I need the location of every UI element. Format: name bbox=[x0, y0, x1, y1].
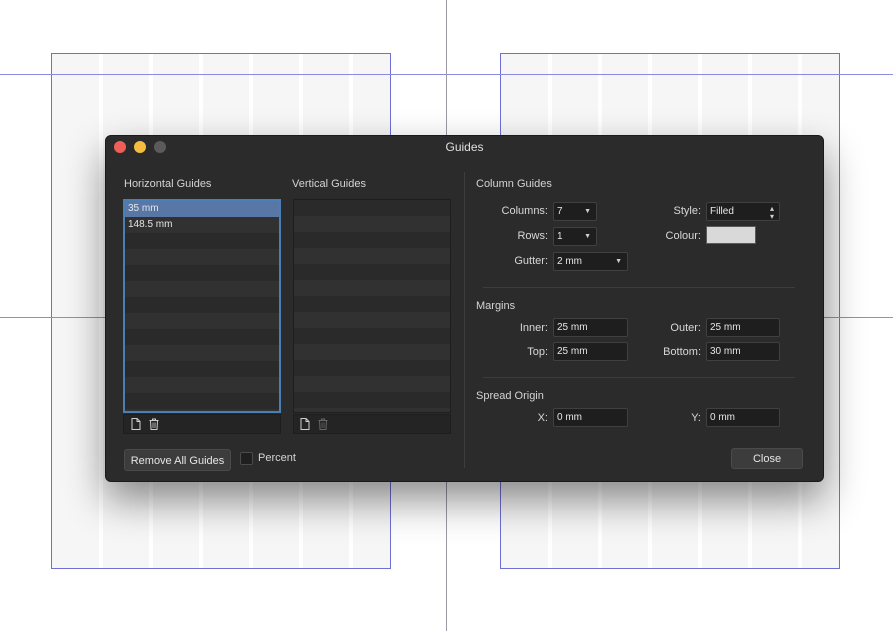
spread-origin-label: Spread Origin bbox=[476, 390, 544, 402]
gutter-label: Gutter: bbox=[514, 255, 548, 267]
bottom-label: Bottom: bbox=[663, 346, 701, 358]
column-guides-label: Column Guides bbox=[476, 178, 552, 190]
percent-label: Percent bbox=[258, 452, 296, 464]
trash-icon[interactable] bbox=[318, 418, 328, 430]
style-label: Style: bbox=[673, 205, 701, 217]
style-select[interactable]: Filled ▴ ▾ bbox=[706, 202, 780, 221]
document-add-icon[interactable] bbox=[131, 418, 141, 430]
margins-label: Margins bbox=[476, 300, 516, 312]
horizontal-guides-label: Horizontal Guides bbox=[124, 178, 212, 190]
percent-checkbox[interactable] bbox=[240, 452, 253, 465]
rows-value: 1 bbox=[557, 231, 563, 242]
bottom-margin-input[interactable]: 30 mm bbox=[706, 342, 780, 361]
dialog-titlebar[interactable]: Guides bbox=[106, 136, 823, 158]
horizontal-guides-list[interactable]: 35 mm 148.5 mm bbox=[123, 199, 281, 413]
columns-label: Columns: bbox=[501, 205, 548, 217]
document-add-icon[interactable] bbox=[300, 418, 310, 430]
close-button[interactable]: Close bbox=[731, 448, 803, 469]
vertical-guides-label: Vertical Guides bbox=[292, 178, 366, 190]
chevron-down-icon: ▼ bbox=[584, 233, 591, 240]
list-item[interactable]: 148.5 mm bbox=[125, 217, 279, 233]
rows-label: Rows: bbox=[517, 230, 548, 242]
origin-y-input[interactable]: 0 mm bbox=[706, 408, 780, 427]
top-label: Top: bbox=[527, 346, 548, 358]
columns-value: 7 bbox=[557, 206, 563, 217]
inner-label: Inner: bbox=[519, 322, 548, 334]
vertical-guides-toolbar bbox=[293, 414, 451, 434]
remove-all-guides-button[interactable]: Remove All Guides bbox=[124, 449, 231, 471]
outer-label: Outer: bbox=[670, 322, 701, 334]
gutter-select[interactable]: 2 mm ▼ bbox=[553, 252, 628, 271]
up-down-arrows-icon: ▴ ▾ bbox=[769, 204, 774, 221]
colour-label: Colour: bbox=[665, 230, 701, 242]
chevron-down-icon: ▼ bbox=[615, 258, 622, 265]
section-divider bbox=[483, 377, 795, 378]
gutter-value: 2 mm bbox=[557, 256, 582, 267]
origin-x-input[interactable]: 0 mm bbox=[553, 408, 628, 427]
y-label: Y: bbox=[691, 412, 701, 424]
rows-select[interactable]: 1 ▼ bbox=[553, 227, 597, 246]
x-label: X: bbox=[537, 412, 548, 424]
horizontal-guides-toolbar bbox=[123, 414, 281, 434]
section-divider-vertical bbox=[464, 172, 465, 468]
style-value: Filled bbox=[710, 206, 734, 217]
guides-dialog: Guides Horizontal Guides 35 mm 148.5 mm … bbox=[105, 135, 824, 482]
section-divider bbox=[483, 287, 795, 288]
inner-margin-input[interactable]: 25 mm bbox=[553, 318, 628, 337]
top-margin-input[interactable]: 25 mm bbox=[553, 342, 628, 361]
list-item[interactable]: 35 mm bbox=[125, 201, 279, 217]
outer-margin-input[interactable]: 25 mm bbox=[706, 318, 780, 337]
colour-swatch[interactable] bbox=[706, 226, 756, 244]
columns-select[interactable]: 7 ▼ bbox=[553, 202, 597, 221]
chevron-down-icon: ▼ bbox=[584, 208, 591, 215]
dialog-title: Guides bbox=[445, 140, 484, 154]
vertical-guides-list[interactable] bbox=[293, 199, 451, 413]
trash-icon[interactable] bbox=[149, 418, 159, 430]
